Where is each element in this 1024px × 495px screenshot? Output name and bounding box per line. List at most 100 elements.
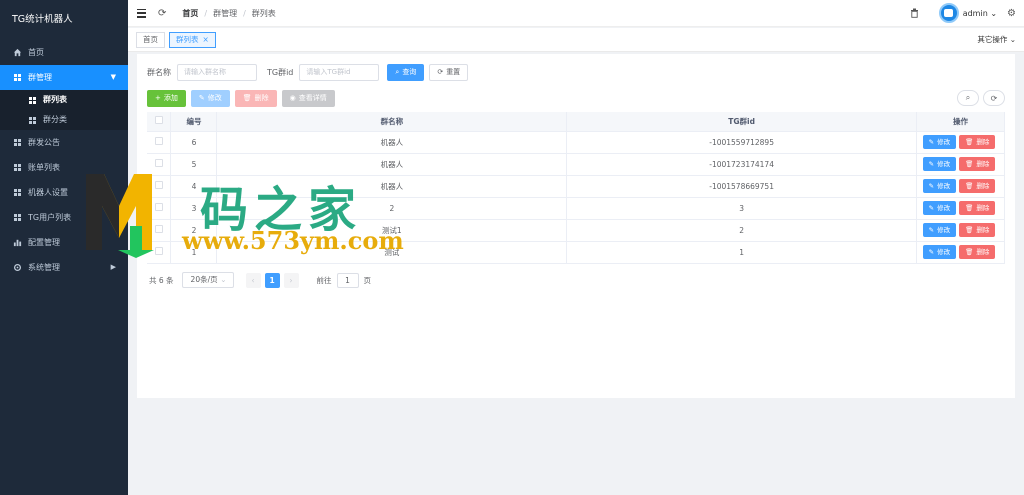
cell-id: 2 <box>170 219 218 242</box>
row-select-cell <box>147 197 172 220</box>
tab-home[interactable]: 首页 <box>136 31 165 48</box>
sidebar-item-label: 群管理 <box>28 73 52 82</box>
other-operations-dropdown[interactable]: 其它操作 ⌄ <box>977 34 1016 45</box>
row-checkbox[interactable] <box>154 159 163 167</box>
pagination: 共 6 条 20条/页 ⌄ ‹ 1 › 前往 1 页 <box>149 272 371 288</box>
row-edit-button[interactable]: ✎ 修改 <box>922 201 957 215</box>
row-delete-label: 删除 <box>976 226 990 234</box>
sidebar-item-broadcast[interactable]: 群发公告 <box>0 130 128 155</box>
page-number-button[interactable]: 1 <box>264 272 280 288</box>
cell-group-name: 机器人 <box>216 153 568 176</box>
cell-operations: ✎ 修改 🗑 删除 <box>916 131 1005 154</box>
view-details-button[interactable]: ◉ 查看详情 <box>281 90 335 107</box>
table-header-row: 编号 群名称 TG群id 操作 <box>147 112 1005 132</box>
row-checkbox[interactable] <box>154 247 163 255</box>
close-icon[interactable]: × <box>203 35 209 44</box>
edit-icon: ✎ <box>928 160 935 168</box>
row-delete-button[interactable]: 🗑 删除 <box>959 135 996 149</box>
sidebar-item-system[interactable]: 系统管理 ▶ <box>0 255 128 280</box>
view-details-label: 查看详情 <box>298 94 327 102</box>
refresh-icon[interactable]: ⟳ <box>158 8 166 19</box>
avatar[interactable] <box>938 3 959 23</box>
edit-button[interactable]: ✎ 修改 <box>190 90 230 107</box>
row-edit-button[interactable]: ✎ 修改 <box>922 245 957 259</box>
group-table: 编号 群名称 TG群id 操作 6 机器人 -1001559712895 ✎ 修改… <box>147 112 1005 264</box>
row-delete-button[interactable]: 🗑 删除 <box>959 223 996 237</box>
header-id: 编号 <box>170 112 218 132</box>
prev-page-button[interactable]: ‹ <box>245 272 261 288</box>
sidebar-item-label: 群分类 <box>43 115 67 124</box>
row-checkbox[interactable] <box>154 225 163 233</box>
top-header: ⟳ 首页 / 群管理 / 群列表 admin ⌄ ⚙ <box>128 0 1024 27</box>
add-button[interactable]: + 添加 <box>147 90 186 107</box>
chevron-down-icon: ⌄ <box>220 275 227 284</box>
row-edit-button[interactable]: ✎ 修改 <box>922 223 957 237</box>
row-edit-label: 修改 <box>937 226 951 234</box>
trash-icon[interactable] <box>910 8 919 18</box>
row-edit-button[interactable]: ✎ 修改 <box>922 179 957 193</box>
chevron-down-icon: ⌄ <box>987 8 998 18</box>
breadcrumb-separator: / <box>204 8 208 18</box>
sidebar-item-group-category[interactable]: 群分类 <box>0 110 128 130</box>
row-select-cell <box>147 175 172 198</box>
sidebar-item-config[interactable]: 配置管理 <box>0 230 128 255</box>
grid-icon <box>13 138 22 147</box>
settings-gear-icon[interactable]: ⚙ <box>1007 8 1016 19</box>
sidebar-item-bot-settings[interactable]: 机器人设置 <box>0 180 128 205</box>
other-operations-label: 其它操作 <box>977 35 1008 44</box>
row-edit-button[interactable]: ✎ 修改 <box>922 157 957 171</box>
row-edit-label: 修改 <box>937 160 951 168</box>
refresh-table-button[interactable]: ⟳ <box>983 90 1005 106</box>
edit-icon: ✎ <box>928 204 935 212</box>
delete-button[interactable]: 🗑 删除 <box>234 90 277 107</box>
row-delete-button[interactable]: 🗑 删除 <box>959 245 996 259</box>
sidebar-item-group-list[interactable]: 群列表 <box>0 90 128 110</box>
sidebar-item-label: 系统管理 <box>28 263 60 272</box>
next-page-button[interactable]: › <box>283 272 299 288</box>
query-button[interactable]: ⌕ 查询 <box>387 64 425 81</box>
search-form: 群名称 请输入群名称 TG群id 请输入TG群id ⌕ 查询 ⟳ 重置 <box>147 64 473 81</box>
row-checkbox[interactable] <box>154 181 163 189</box>
sidebar-item-group-management[interactable]: 群管理 ▼ <box>0 65 128 90</box>
chevron-down-icon: ⌄ <box>1007 35 1016 44</box>
cell-tg-group-id: 2 <box>566 219 918 242</box>
page-size-select[interactable]: 20条/页 ⌄ <box>181 272 234 288</box>
cell-id: 4 <box>170 175 218 198</box>
edit-label: 修改 <box>207 94 222 102</box>
cell-group-name: 2 <box>216 197 568 220</box>
breadcrumb-item-home[interactable]: 首页 <box>182 8 198 19</box>
select-all-checkbox[interactable] <box>154 116 163 125</box>
sidebar-item-tg-users[interactable]: TG用户列表 <box>0 205 128 230</box>
sidebar-item-home[interactable]: 首页 <box>0 40 128 65</box>
avatar-face-icon <box>944 9 954 17</box>
table-row: 3 2 3 ✎ 修改 🗑 删除 <box>147 197 1005 220</box>
cell-group-name: 机器人 <box>216 175 568 198</box>
table-row: 2 测试1 2 ✎ 修改 🗑 删除 <box>147 219 1005 242</box>
hamburger-icon[interactable] <box>137 8 146 18</box>
breadcrumb-item-group-management: 群管理 <box>213 8 238 18</box>
row-edit-button[interactable]: ✎ 修改 <box>922 135 957 149</box>
row-delete-button[interactable]: 🗑 删除 <box>959 179 996 193</box>
search-icon: ⌕ <box>965 93 971 102</box>
user-name[interactable]: admin ⌄ <box>963 9 997 18</box>
cell-group-name: 测试1 <box>216 219 568 242</box>
goto-page-input[interactable]: 1 <box>336 272 359 288</box>
header-tg-group-id: TG群id <box>566 112 918 132</box>
row-delete-button[interactable]: 🗑 删除 <box>959 157 996 171</box>
tab-group-list[interactable]: 群列表 × <box>169 31 216 48</box>
row-delete-button[interactable]: 🗑 删除 <box>959 201 996 215</box>
cell-tg-group-id: -1001559712895 <box>566 131 918 154</box>
row-delete-label: 删除 <box>976 204 990 212</box>
toggle-search-button[interactable]: ⌕ <box>957 90 979 106</box>
chevron-left-icon: ‹ <box>251 275 255 285</box>
row-checkbox[interactable] <box>154 203 163 211</box>
group-name-input[interactable]: 请输入群名称 <box>177 64 257 81</box>
sidebar-item-bills[interactable]: 账单列表 <box>0 155 128 180</box>
edit-icon: ✎ <box>198 94 205 102</box>
reset-button[interactable]: ⟳ 重置 <box>429 64 469 81</box>
cell-tg-group-id: -1001723174174 <box>566 153 918 176</box>
tg-group-id-input[interactable]: 请输入TG群id <box>299 64 380 81</box>
table-tools: ⌕ ⟳ <box>953 90 1005 106</box>
row-checkbox[interactable] <box>154 137 163 145</box>
trash-icon: 🗑 <box>965 138 974 146</box>
